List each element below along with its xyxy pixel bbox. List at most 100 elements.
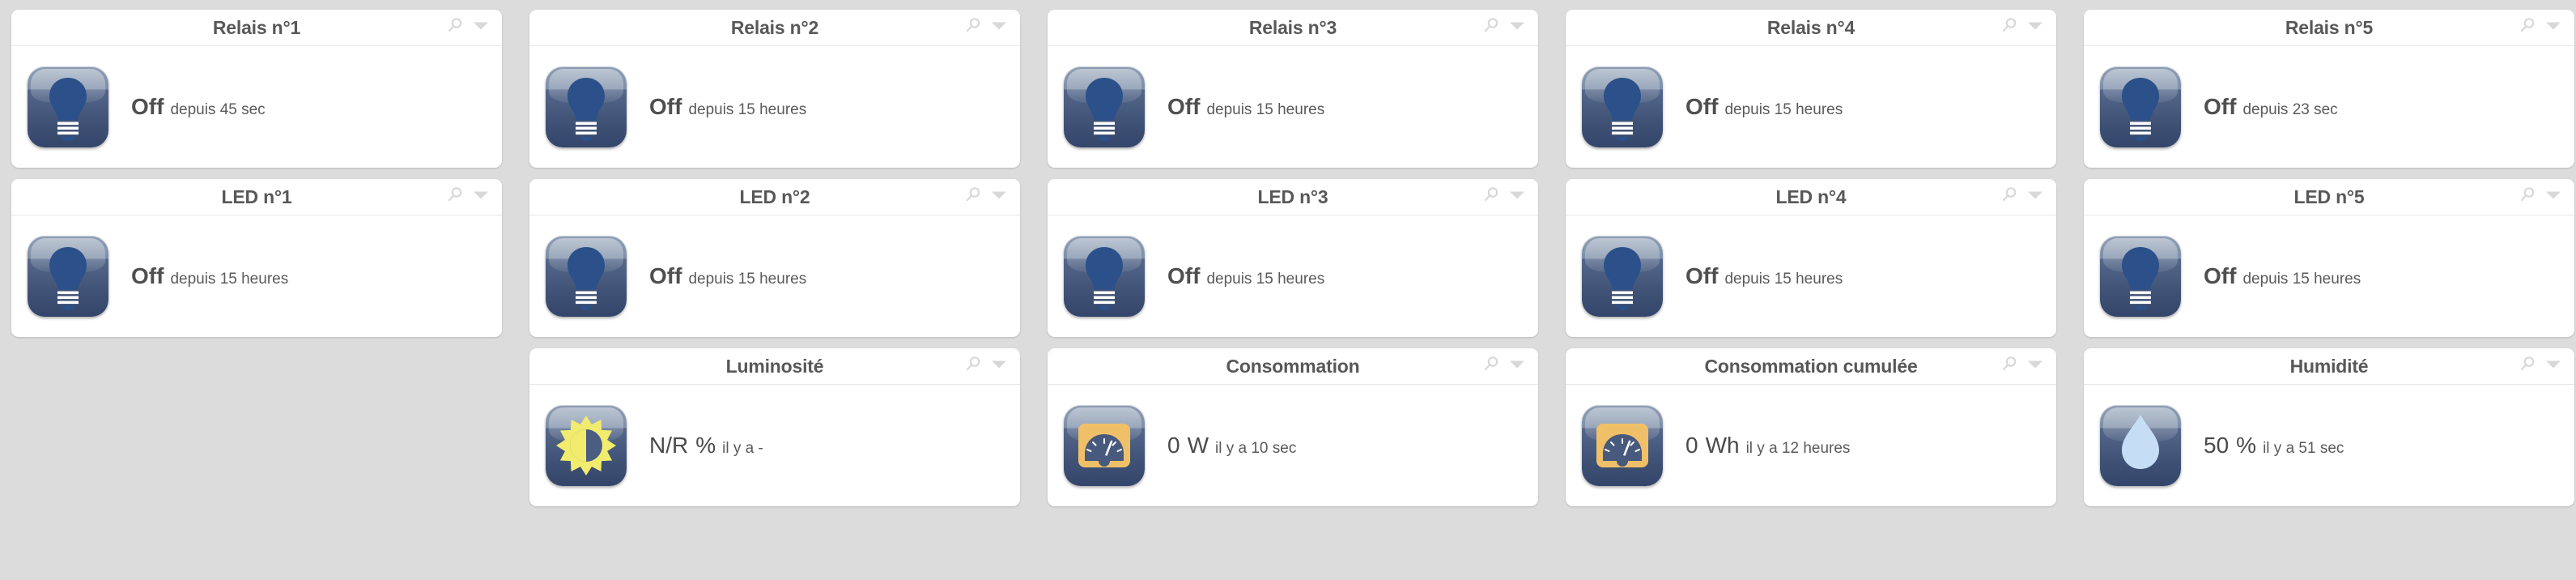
chevron-down-icon[interactable]	[1509, 359, 1525, 374]
chevron-down-icon[interactable]	[1509, 20, 1525, 36]
card-header-tools	[2519, 186, 2561, 208]
value-state: Off	[649, 94, 682, 119]
search-icon[interactable]	[446, 186, 464, 208]
search-icon[interactable]	[1482, 17, 1500, 39]
widget-card[interactable]: Relais n°4 Off depuis 15 heures	[1566, 10, 2056, 168]
chevron-down-icon[interactable]	[2545, 20, 2561, 36]
widget-card[interactable]: Consommation cumulée 0 Wh il y a 12 heures	[1566, 348, 2056, 506]
search-icon[interactable]	[2519, 186, 2536, 208]
value-detail: il y a 12 heures	[1745, 440, 1851, 457]
value-detail: depuis 15 heures	[1206, 271, 1325, 288]
chevron-down-icon[interactable]	[473, 190, 489, 205]
grid-slot: LED n°4 Off depuis 15 heures	[1566, 179, 2056, 337]
chevron-down-icon[interactable]	[2027, 359, 2043, 374]
card-header: Relais n°2	[529, 10, 1020, 46]
value-detail: depuis 15 heures	[1206, 101, 1325, 118]
device-icon-tile[interactable]	[1064, 405, 1145, 486]
search-icon[interactable]	[2519, 356, 2536, 377]
card-header-tools	[2519, 356, 2561, 377]
device-icon-tile[interactable]	[2100, 405, 2181, 486]
card-header: LED n°4	[1566, 179, 2056, 215]
device-icon-tile[interactable]	[1582, 236, 1663, 317]
search-icon[interactable]	[2000, 356, 2018, 377]
card-body: Off depuis 15 heures	[1566, 215, 2056, 337]
search-icon[interactable]	[964, 17, 982, 39]
card-body: 50% il y a 51 sec	[2084, 385, 2574, 506]
widget-card[interactable]: Relais n°1 Off depuis 45 sec	[11, 10, 502, 168]
value-group: 0 Wh il y a 12 heures	[1685, 433, 1850, 458]
widget-card[interactable]: Relais n°3 Off depuis 15 heures	[1048, 10, 1538, 168]
widget-card[interactable]: LED n°1 Off depuis 15 heures	[11, 179, 502, 337]
device-icon-tile[interactable]	[28, 66, 108, 147]
chevron-down-icon[interactable]	[2545, 190, 2561, 205]
card-header: Humidité	[2084, 348, 2574, 385]
chevron-down-icon[interactable]	[2545, 359, 2561, 374]
chevron-down-icon[interactable]	[991, 359, 1007, 374]
card-header-tools	[1482, 17, 1525, 39]
search-icon[interactable]	[2000, 186, 2018, 208]
widget-card[interactable]: Humidité 50% il y a 51 sec	[2084, 348, 2574, 506]
value-detail: depuis 15 heures	[2242, 271, 2361, 288]
widget-card[interactable]: LED n°3 Off depuis 15 heures	[1048, 179, 1538, 337]
chevron-down-icon[interactable]	[2027, 20, 2043, 36]
widget-card[interactable]: Relais n°5 Off depuis 23 sec	[2084, 10, 2574, 168]
card-title: Consommation cumulée	[1704, 355, 1918, 377]
chevron-down-icon[interactable]	[473, 20, 489, 36]
search-icon[interactable]	[2519, 17, 2536, 39]
device-icon-tile[interactable]	[28, 236, 108, 317]
lightbulb-icon	[1604, 78, 1641, 142]
device-icon-tile[interactable]	[2100, 66, 2181, 147]
search-icon[interactable]	[2000, 17, 2018, 39]
device-icon-tile[interactable]	[546, 236, 627, 317]
value-state: Off	[2204, 263, 2237, 288]
lightbulb-icon	[49, 247, 87, 311]
widget-card[interactable]: Consommation 0 Wil y a 10 sec	[1048, 348, 1538, 506]
widget-card[interactable]: LED n°4 Off depuis 15 heures	[1566, 179, 2056, 337]
chevron-down-icon[interactable]	[991, 20, 1007, 36]
lightbulb-icon	[1604, 247, 1641, 311]
widget-card[interactable]: Relais n°2 Off depuis 15 heures	[529, 10, 1020, 168]
search-icon[interactable]	[964, 356, 982, 377]
card-body: Off depuis 45 sec	[11, 46, 502, 168]
card-title: LED n°4	[1775, 186, 1847, 207]
value-group: 50% il y a 51 sec	[2204, 433, 2344, 458]
value-group: N/R% il y a -	[649, 433, 763, 458]
card-header: LED n°5	[2084, 179, 2574, 215]
device-icon-tile[interactable]	[1582, 405, 1663, 486]
chevron-down-icon[interactable]	[1509, 190, 1525, 205]
lightbulb-icon	[1086, 78, 1123, 142]
value-group: Off depuis 15 heures	[131, 263, 288, 289]
lightbulb-icon	[567, 247, 605, 311]
value-group: Off depuis 15 heures	[1685, 263, 1843, 289]
widget-card[interactable]: Luminosité N/R% il y a -	[529, 348, 1020, 506]
device-icon-tile[interactable]	[2100, 236, 2181, 317]
card-header: Consommation	[1048, 348, 1538, 385]
value-state: Off	[1685, 263, 1719, 288]
device-icon-tile[interactable]	[546, 66, 627, 147]
card-header: Relais n°1	[11, 10, 502, 46]
card-header: LED n°3	[1048, 179, 1538, 215]
search-icon[interactable]	[446, 17, 464, 39]
grid-slot: LED n°2 Off depuis 15 heures	[529, 179, 1020, 337]
dashboard-board: Relais n°1 Off depuis 45 sec Relais n°2 Off d…	[0, 0, 2576, 580]
value-detail: il y a 10 sec	[1215, 440, 1297, 457]
search-icon[interactable]	[964, 186, 982, 208]
card-header-tools	[2000, 356, 2043, 377]
device-icon-tile[interactable]	[1064, 236, 1145, 317]
chevron-down-icon[interactable]	[2027, 190, 2043, 205]
value-detail: depuis 23 sec	[2242, 101, 2338, 118]
brightness-sun-icon	[556, 416, 616, 476]
search-icon[interactable]	[1482, 186, 1500, 208]
widget-card[interactable]: LED n°2 Off depuis 15 heures	[529, 179, 1020, 337]
search-icon[interactable]	[1482, 356, 1500, 377]
widget-card[interactable]: LED n°5 Off depuis 15 heures	[2084, 179, 2574, 337]
device-icon-tile[interactable]	[1064, 66, 1145, 147]
grid-slot: Relais n°5 Off depuis 23 sec	[2084, 10, 2574, 168]
grid-slot: Relais n°4 Off depuis 15 heures	[1566, 10, 2056, 168]
chevron-down-icon[interactable]	[991, 190, 1007, 205]
card-title: Relais n°3	[1248, 16, 1337, 38]
device-icon-tile[interactable]	[546, 405, 627, 486]
device-icon-tile[interactable]	[1582, 66, 1663, 147]
card-header: Relais n°4	[1566, 10, 2056, 46]
value-state: N/R	[649, 433, 689, 458]
